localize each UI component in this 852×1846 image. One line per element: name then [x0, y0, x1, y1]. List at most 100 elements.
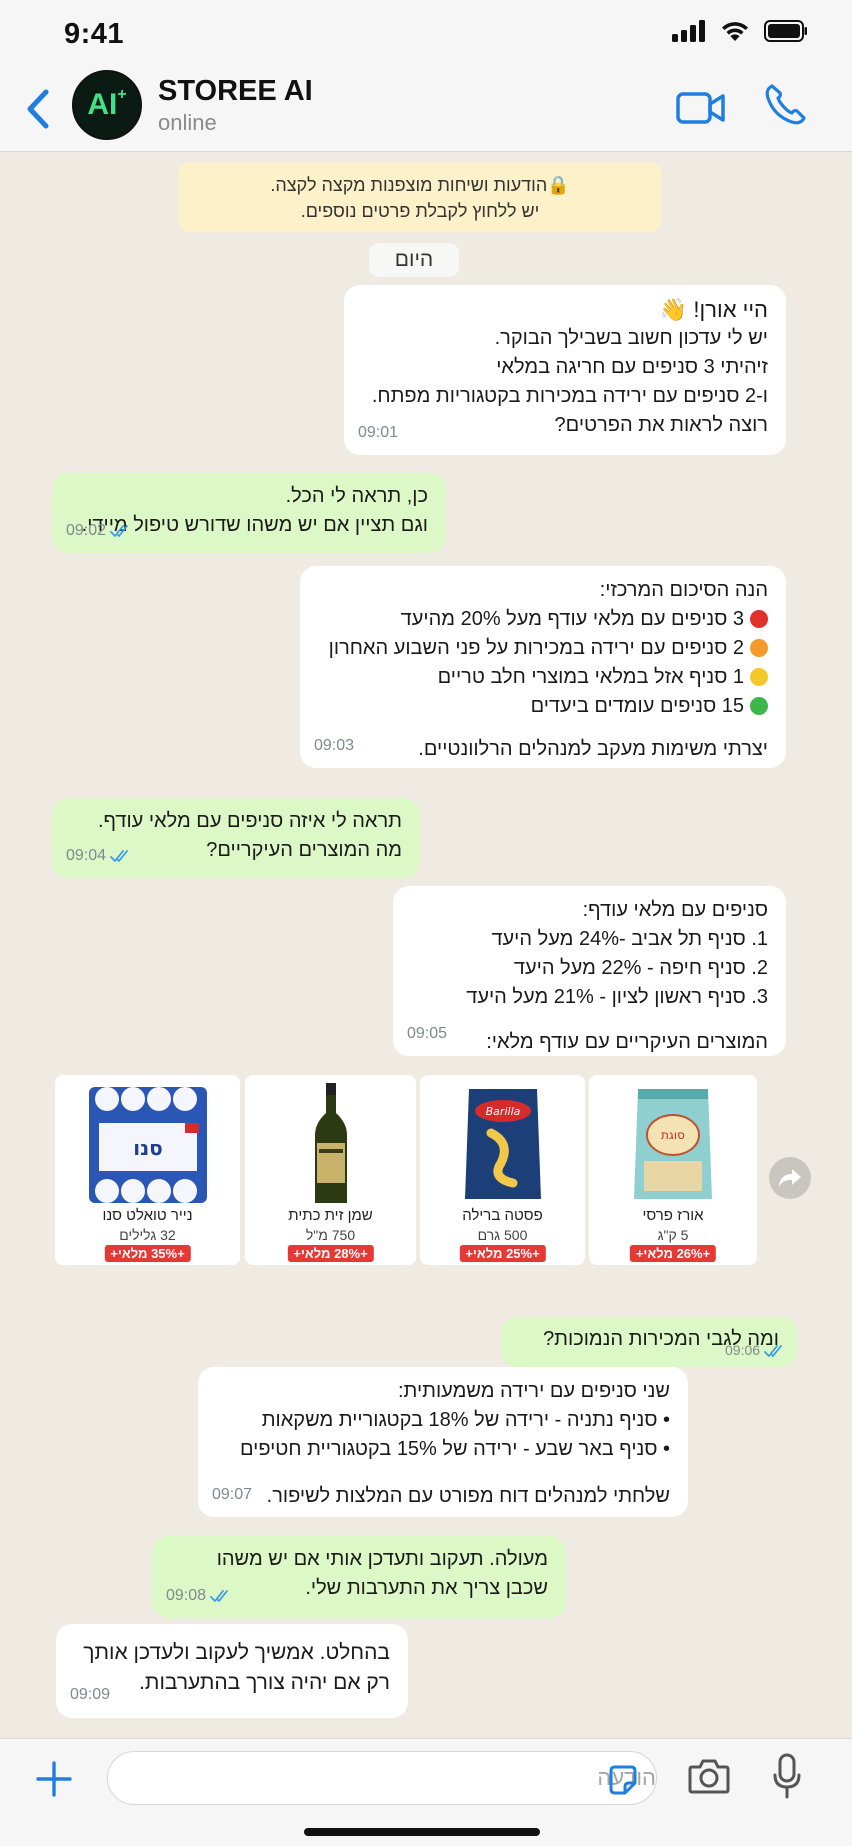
message-bubble-outgoing[interactable]: כן, תראה לי הכל. וגם תציין אם יש משהו שד…: [52, 473, 446, 553]
chat-header: AI + STOREE AI online: [0, 66, 852, 152]
message-line: 2 סניפים עם ירידה במכירות על פני השבוע ה…: [318, 634, 768, 663]
stock-badge: +35% מלאי+: [104, 1245, 191, 1262]
product-name: שמן זית כתית: [288, 1207, 373, 1224]
lock-icon: 🔒: [547, 175, 570, 195]
contact-name[interactable]: STOREE AI: [158, 75, 313, 108]
video-call-icon[interactable]: [676, 86, 726, 130]
message-time: 09:02: [66, 516, 132, 545]
message-line: תראה לי איזה סניפים עם מלאי עודף.: [97, 810, 402, 832]
message-line: יצרתי משימות מעקב למנהלים הרלוונטיים.: [418, 738, 768, 760]
date-chip: היום: [369, 243, 459, 277]
message-bubble-outgoing[interactable]: ומה לגבי המכירות הנמוכות? 09:06: [501, 1317, 797, 1367]
message-bubble-incoming[interactable]: היי אורן! 👋 יש לי עדכון חשוב בשבילך הבוק…: [344, 285, 786, 455]
message-line: 3 סניפים עם מלאי עודף מעל 20% מהיעד: [318, 605, 768, 634]
message-time: 09:04: [66, 841, 132, 870]
message-line: רוצה לראות את הפרטים?: [554, 414, 768, 436]
back-chevron-icon[interactable]: [20, 84, 56, 134]
product-carousel[interactable]: סוגת אורז פרסי 5 ק"ג +26% מלאי+ Barilla …: [55, 1075, 759, 1265]
stock-badge: +28% מלאי+: [287, 1245, 374, 1262]
product-name: פסטה ברילה: [462, 1207, 543, 1224]
status-bar: 9:41: [0, 0, 852, 66]
message-input-container: [107, 1751, 657, 1805]
message-bubble-outgoing[interactable]: מעולה. תעקוב ותעדכן אותי אם יש משהו שכבן…: [152, 1536, 566, 1618]
message-line: הנה הסיכום המרכזי:: [599, 579, 768, 601]
message-line: יש לי עדכון חשוב בשבילך הבוקר.: [494, 327, 768, 349]
product-size: 32 גלילים: [119, 1227, 176, 1243]
wifi-icon: [722, 22, 748, 41]
product-size: 750 מ"ל: [305, 1227, 356, 1243]
message-line: מעולה. תעקוב ותעדכן אותי אם יש משהו: [216, 1548, 548, 1570]
forward-arrow-icon: [779, 1169, 801, 1187]
message-line: 2. סניף חיפה - 22% מעל היעד: [513, 957, 768, 979]
message-bubble-incoming[interactable]: הנה הסיכום המרכזי: 3 סניפים עם מלאי עודף…: [300, 566, 786, 768]
message-line: 1. סניף תל אביב -24% מעל היעד: [491, 928, 768, 950]
toilet-paper-pack-image: סנו: [88, 1087, 207, 1203]
message-line: סניפים עם מלאי עודף:: [582, 899, 768, 921]
green-circle-icon: [750, 697, 768, 715]
status-time: 9:41: [64, 18, 125, 50]
forward-button[interactable]: [769, 1157, 811, 1199]
message-line: • סניף נתניה - ירידה של 18% בקטגוריית מש…: [261, 1409, 670, 1431]
read-checkmarks-icon: [110, 524, 128, 537]
avatar-plus: +: [117, 86, 127, 103]
signal-icon: [672, 20, 705, 42]
svg-text:סנו: סנו: [133, 1136, 163, 1160]
camera-icon[interactable]: [688, 1757, 730, 1795]
product-card-rice[interactable]: סוגת אורז פרסי 5 ק"ג +26% מלאי+: [589, 1075, 757, 1265]
message-line: כן, תראה לי הכל.: [285, 485, 428, 507]
message-input[interactable]: [108, 1752, 656, 1804]
yellow-circle-icon: [750, 668, 768, 686]
message-line: • סניף באר שבע - ירידה של 15% בקטגוריית …: [239, 1438, 670, 1460]
message-line: 3. סניף ראשון לציון - 21% מעל היעד: [466, 986, 768, 1008]
message-time: 09:03: [314, 737, 355, 754]
stock-badge: +25% מלאי+: [459, 1245, 546, 1262]
message-line: 1 סניף אזל במלאי במוצרי חלב טריים: [318, 663, 768, 692]
message-time: 09:09: [70, 1686, 111, 1703]
message-bubble-incoming[interactable]: בהחלט. אמשיך לעקוב ולעדכן אותך רק אם יהי…: [56, 1624, 408, 1718]
avatar-text: AI: [87, 88, 118, 121]
read-checkmarks-icon: [210, 1589, 228, 1602]
encryption-notice[interactable]: 🔒הודעות ושיחות מוצפנות מקצה לקצה. יש ללח…: [178, 162, 662, 232]
message-line: ו-2 סניפים עם ירידה במכירות בקטגוריות מפ…: [371, 385, 768, 407]
product-name: אורז פרסי: [642, 1207, 704, 1224]
chat-area[interactable]: 🔒הודעות ושיחות מוצפנות מקצה לקצה. יש ללח…: [0, 152, 852, 1738]
product-card-olive-oil[interactable]: שמן זית כתית 750 מ"ל +28% מלאי+: [245, 1075, 416, 1265]
product-name: נייר טואלט סנו: [102, 1207, 193, 1224]
message-time: 09:06: [725, 1336, 786, 1365]
stock-badge: +26% מלאי+: [629, 1245, 717, 1262]
message-bubble-incoming[interactable]: סניפים עם מלאי עודף: 1. סניף תל אביב -24…: [393, 886, 786, 1056]
plus-icon[interactable]: [34, 1759, 74, 1799]
message-bubble-incoming[interactable]: שני סניפים עם ירידה משמעותית: • סניף נתנ…: [198, 1367, 688, 1517]
message-time: 09:07: [212, 1486, 253, 1503]
orange-circle-icon: [750, 639, 768, 657]
read-checkmarks-icon: [110, 849, 128, 862]
message-line: היי אורן! 👋: [659, 297, 768, 322]
message-line: רק אם יהיה צורך בהתערבות.: [139, 1671, 390, 1694]
svg-text:Barilla: Barilla: [485, 1105, 520, 1118]
home-indicator[interactable]: [304, 1828, 540, 1836]
message-line: בהחלט. אמשיך לעקוב ולעדכן אותך: [83, 1641, 390, 1664]
message-line: שלחתי למנהלים דוח מפורט עם המלצות לשיפור…: [266, 1485, 670, 1507]
sticker-icon[interactable]: [607, 1765, 639, 1795]
red-circle-icon: [750, 610, 768, 628]
microphone-icon[interactable]: [772, 1753, 802, 1799]
message-line: 15 סניפים עומדים ביעדים: [318, 692, 768, 721]
product-size: 5 ק"ג: [657, 1227, 689, 1243]
message-line: המוצרים העיקריים עם עודף מלאי:: [486, 1031, 768, 1053]
message-bubble-outgoing[interactable]: תראה לי איזה סניפים עם מלאי עודף. מה המו…: [52, 798, 420, 878]
message-time: 09:08: [166, 1581, 232, 1610]
contact-status: online: [158, 110, 217, 135]
product-card-pasta[interactable]: Barilla פסטה ברילה 500 גרם +25% מלאי+: [420, 1075, 585, 1265]
battery-icon: [764, 20, 807, 42]
product-card-toilet-paper[interactable]: סנו נייר טואלט סנו 32 גלילים +35% מלאי+: [55, 1075, 240, 1265]
read-checkmarks-icon: [764, 1344, 782, 1357]
svg-text:סוגת: סוגת: [661, 1128, 685, 1142]
lock-notice-line-2: יש ללחוץ לקבלת פרטים נוספים.: [300, 201, 540, 221]
message-line: זיהיתי 3 סניפים עם חריגה במלאי: [496, 356, 768, 378]
phone-icon[interactable]: [762, 82, 808, 128]
olive-oil-bottle-image: [314, 1083, 347, 1203]
avatar[interactable]: AI +: [72, 70, 142, 140]
